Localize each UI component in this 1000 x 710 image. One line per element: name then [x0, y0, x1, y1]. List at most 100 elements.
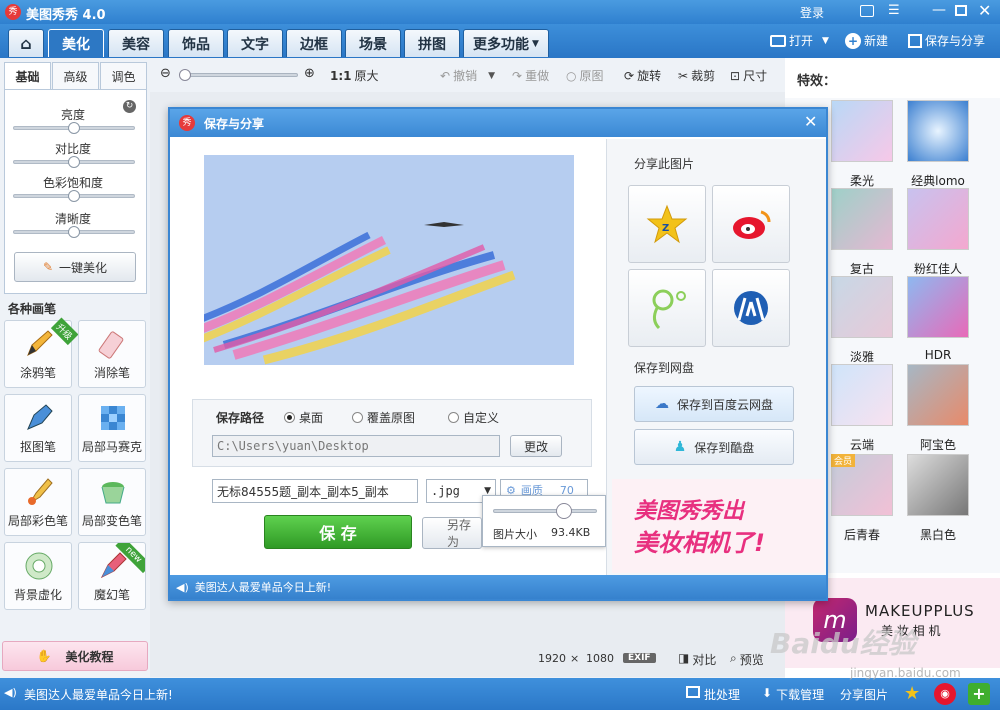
- weibo-icon[interactable]: ◉: [934, 683, 956, 705]
- zoom-in-icon[interactable]: ⊕: [304, 66, 315, 81]
- home-tab[interactable]: ⌂: [8, 29, 44, 57]
- filename-field[interactable]: [212, 479, 418, 503]
- download-button[interactable]: ⬇ 下载管理: [762, 686, 824, 703]
- radio-unchecked[interactable]: [352, 412, 363, 423]
- slider-knob[interactable]: [68, 226, 80, 238]
- crop-button[interactable]: ✂ 裁剪: [678, 67, 715, 84]
- share-qzone-button[interactable]: Z: [628, 185, 706, 263]
- brush-label: 局部变色笔: [81, 514, 142, 528]
- tab-text[interactable]: 文字: [227, 29, 283, 57]
- zoom-out-icon[interactable]: ⊖: [160, 66, 171, 81]
- effect-lomo[interactable]: 经典lomo: [907, 100, 969, 188]
- brightness-slider[interactable]: [13, 122, 135, 134]
- quality-knob[interactable]: [556, 503, 572, 519]
- background-blur-brush[interactable]: 背景虚化: [4, 542, 72, 610]
- dialog-logo-icon: 秀: [179, 115, 195, 131]
- effect-hdr[interactable]: HDR: [907, 276, 969, 362]
- option-desktop[interactable]: 桌面: [284, 409, 323, 426]
- tab-beautify[interactable]: 美化: [48, 29, 104, 57]
- option-custom[interactable]: 自定义: [448, 409, 499, 426]
- close-icon[interactable]: ✕: [978, 1, 991, 20]
- magic-brush[interactable]: new 魔幻笔: [78, 542, 146, 610]
- share-friend-button[interactable]: [628, 269, 706, 347]
- tutorial-button[interactable]: ✋ 美化教程: [2, 641, 148, 671]
- mosaic-brush[interactable]: 局部马赛克: [78, 394, 146, 462]
- share-weibo-button[interactable]: [712, 185, 790, 263]
- dialog-news[interactable]: 美图达人最爱单品今日上新!: [195, 579, 331, 595]
- zoom-knob[interactable]: [179, 69, 191, 81]
- radio-unchecked[interactable]: [448, 412, 459, 423]
- tab-scene[interactable]: 场景: [345, 29, 401, 57]
- brush-label: 消除笔: [93, 366, 130, 380]
- effect-elegant[interactable]: 淡雅: [831, 276, 893, 364]
- new-button[interactable]: + 新建: [845, 32, 888, 49]
- option-overwrite[interactable]: 覆盖原图: [352, 409, 415, 426]
- slider-knob[interactable]: [68, 190, 80, 202]
- undo-button[interactable]: ↶ 撤销 ▼: [440, 67, 495, 84]
- exif-button[interactable]: EXIF: [623, 653, 656, 663]
- tab-collage[interactable]: 拼图: [404, 29, 460, 57]
- original-button[interactable]: ○ 原图: [566, 67, 604, 84]
- maximize-icon[interactable]: [955, 5, 967, 16]
- original-size-button[interactable]: 1:1 原大: [330, 67, 379, 84]
- zoom-slider[interactable]: [179, 69, 298, 81]
- local-recolor-brush[interactable]: 局部变色笔: [78, 468, 146, 536]
- dialog-close-icon[interactable]: ✕: [804, 112, 817, 131]
- effect-retro[interactable]: 复古: [831, 188, 893, 276]
- cutout-brush[interactable]: 抠图笔: [4, 394, 72, 462]
- compare-button[interactable]: ◨ 对比: [678, 651, 716, 668]
- ad-brand: MAKEUPPLUS: [865, 602, 975, 620]
- effect-black-white[interactable]: 黑白色: [907, 454, 969, 542]
- status-news[interactable]: 美图达人最爱单品今日上新!: [24, 686, 173, 703]
- tab-accessories[interactable]: 饰品: [168, 29, 224, 57]
- sharpness-slider[interactable]: [13, 226, 135, 238]
- format-value: .jpg: [431, 484, 460, 498]
- change-path-button[interactable]: 更改: [510, 435, 562, 457]
- effect-post-youth[interactable]: 会员 后青春: [831, 454, 893, 542]
- login-link[interactable]: 登录: [800, 4, 824, 21]
- save-as-button[interactable]: 另存为: [422, 517, 482, 549]
- qzone-icon[interactable]: ★: [904, 683, 920, 704]
- minimize-icon[interactable]: —: [932, 2, 946, 18]
- save-kuaipan-button[interactable]: ♟ 保存到酷盘: [634, 429, 794, 465]
- tab-face[interactable]: 美容: [108, 29, 164, 57]
- save-baidu-button[interactable]: ☁ 保存到百度云网盘: [634, 386, 794, 422]
- effect-cloud[interactable]: 云端: [831, 364, 893, 452]
- open-button[interactable]: 打开 ▼: [770, 32, 829, 49]
- tab-more[interactable]: 更多功能 ▼: [463, 29, 549, 57]
- slider-knob[interactable]: [68, 122, 80, 134]
- save-button[interactable]: 保 存: [264, 515, 412, 549]
- effect-soft-light[interactable]: 柔光: [831, 100, 893, 188]
- doodle-brush[interactable]: 升级 涂鸦笔: [4, 317, 79, 388]
- feedback-icon[interactable]: [860, 5, 874, 17]
- tab-color[interactable]: 调色: [100, 62, 147, 90]
- tab-basic[interactable]: 基础: [4, 62, 51, 90]
- promo-banner[interactable]: 美图秀秀出 美妆相机了!: [612, 479, 824, 573]
- slider-knob[interactable]: [68, 156, 80, 168]
- tab-frame[interactable]: 边框: [286, 29, 342, 57]
- redo-button[interactable]: ↷ 重做: [512, 67, 549, 84]
- path-field[interactable]: [212, 435, 500, 457]
- radio-checked[interactable]: [284, 412, 295, 423]
- contrast-slider[interactable]: [13, 156, 135, 168]
- friend-circle-icon: [652, 289, 686, 330]
- one-click-beautify-button[interactable]: ✎ 一键美化: [14, 252, 136, 282]
- eraser-brush[interactable]: 消除笔: [78, 320, 146, 388]
- tab-advanced[interactable]: 高级: [52, 62, 99, 90]
- saturation-slider[interactable]: [13, 190, 135, 202]
- preview-button[interactable]: ⌕ 预览: [730, 651, 764, 668]
- quality-slider[interactable]: [493, 503, 597, 519]
- add-icon[interactable]: +: [968, 683, 990, 705]
- local-color-brush[interactable]: 局部彩色笔: [4, 468, 72, 536]
- rotate-button[interactable]: ⟳ 旋转: [624, 67, 661, 84]
- share-renren-button[interactable]: [712, 269, 790, 347]
- resize-button[interactable]: ⊡ 尺寸: [730, 67, 767, 84]
- menu-icon[interactable]: ☰: [888, 3, 900, 18]
- batch-button[interactable]: 批处理: [686, 686, 740, 703]
- effect-pink-lady[interactable]: 粉红佳人: [907, 188, 969, 276]
- resize-label: 尺寸: [743, 69, 768, 83]
- share-image-button[interactable]: 分享图片: [840, 686, 888, 703]
- effect-thumbnail: [831, 188, 893, 250]
- effect-abao[interactable]: 阿宝色: [907, 364, 969, 452]
- save-share-button[interactable]: 保存与分享: [908, 32, 985, 49]
